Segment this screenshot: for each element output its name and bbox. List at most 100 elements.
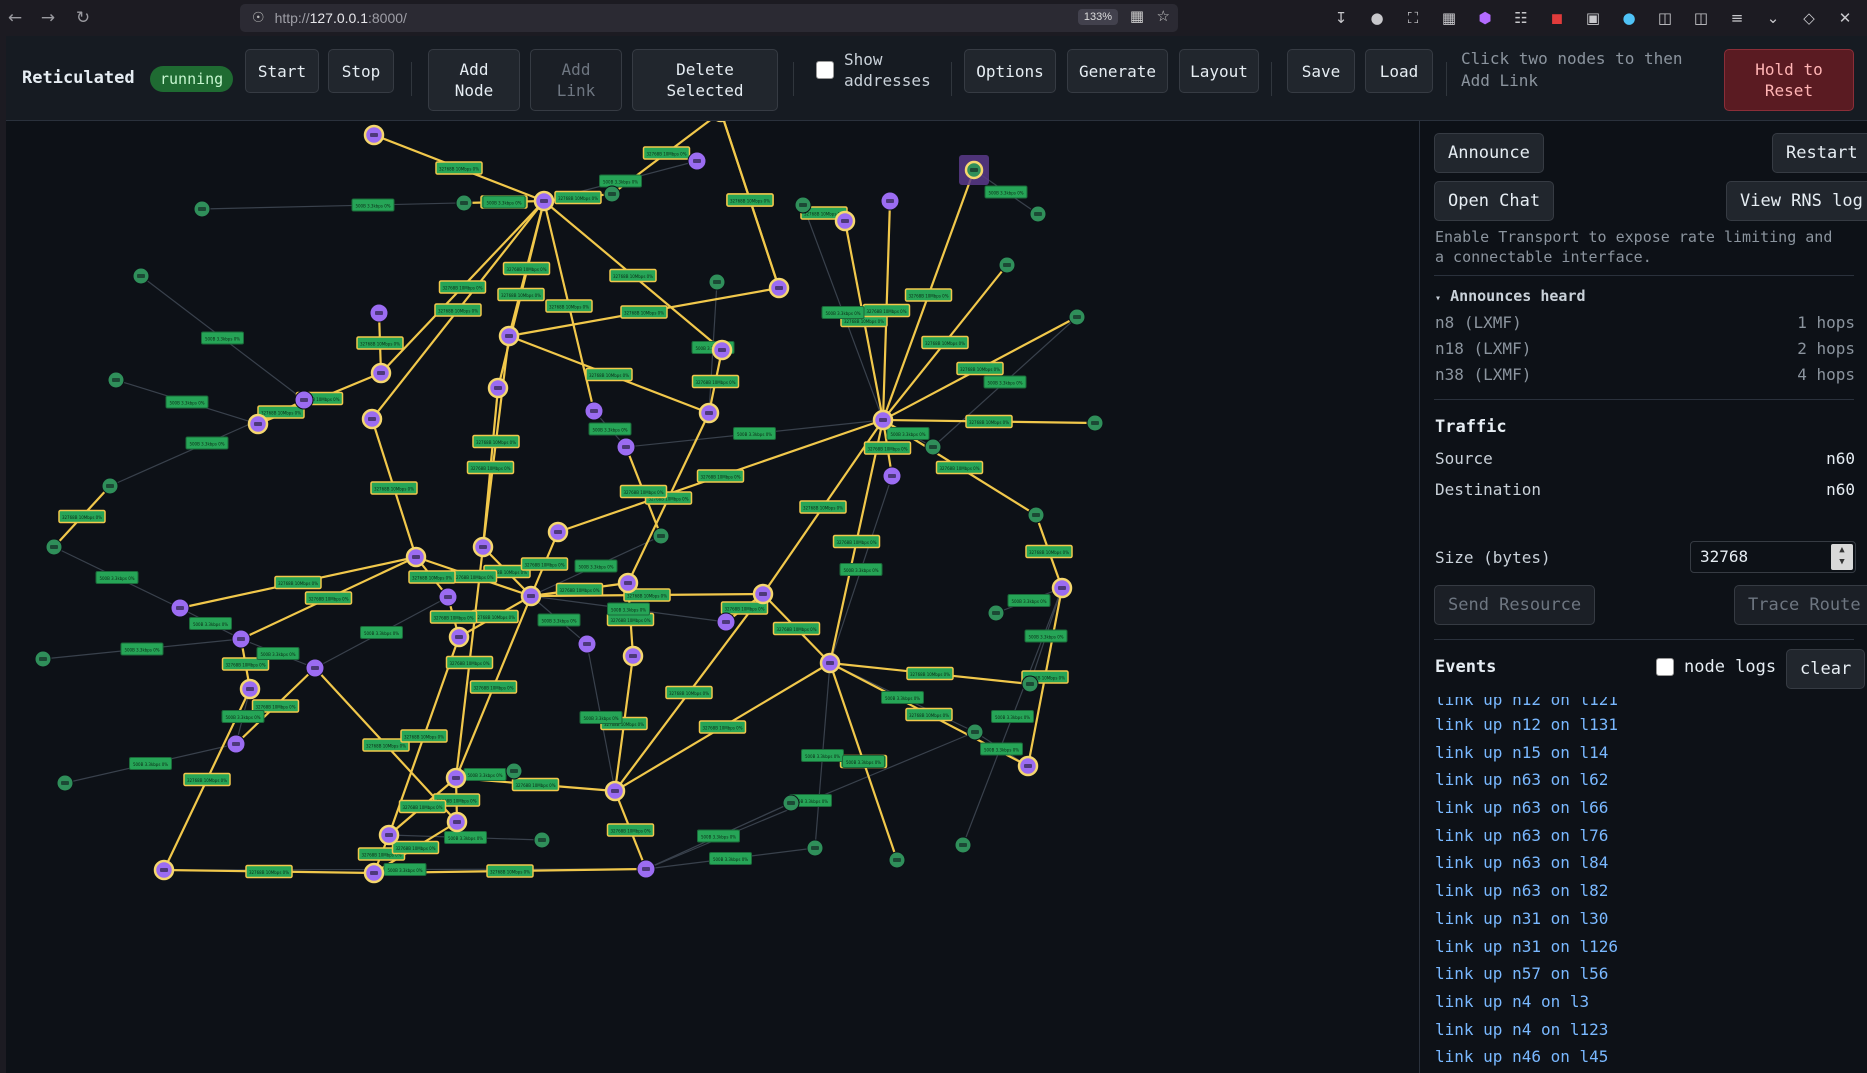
transport-node[interactable] — [547, 521, 569, 543]
transport-node[interactable] — [448, 626, 470, 648]
url-bar[interactable]: ☉ http://127.0.0.1:8000/ 133% ▦ ☆ — [240, 4, 1178, 32]
chevron-down-icon[interactable]: ⌄ — [1759, 4, 1787, 32]
transport-node[interactable] — [616, 437, 636, 457]
transport-node[interactable] — [1017, 755, 1039, 777]
sidebar-icon[interactable]: ◫ — [1687, 4, 1715, 32]
transport-node[interactable] — [520, 585, 542, 607]
puzzle-icon[interactable]: ⛶ — [1399, 4, 1427, 32]
leaf-node[interactable] — [193, 200, 211, 218]
transport-node[interactable] — [872, 409, 894, 431]
transport-node[interactable] — [239, 678, 261, 700]
back-icon[interactable]: ← — [0, 3, 30, 33]
transport-node[interactable] — [698, 402, 720, 424]
transport-node[interactable] — [363, 124, 385, 146]
extension-icon[interactable]: ● — [1363, 4, 1391, 32]
close-icon[interactable]: ✕ — [1831, 4, 1859, 32]
open-chat-button[interactable]: Open Chat — [1434, 181, 1555, 221]
stop-button[interactable]: Stop — [328, 49, 394, 93]
transport-node[interactable] — [226, 734, 246, 754]
show-addresses-toggle[interactable]: Show addresses — [816, 49, 934, 91]
transport-node[interactable] — [768, 277, 790, 299]
announces-heard-header[interactable]: ▾ Announces heard — [1435, 286, 1586, 309]
transport-node[interactable] — [370, 362, 392, 384]
node-logs-checkbox[interactable] — [1656, 658, 1674, 676]
leaf-node[interactable] — [505, 762, 523, 780]
leaf-node[interactable] — [34, 650, 52, 668]
leaf-node[interactable] — [1068, 308, 1086, 326]
leaf-node[interactable] — [45, 538, 63, 556]
leaf-node[interactable] — [782, 794, 800, 812]
layout-button[interactable]: Layout — [1179, 49, 1259, 93]
transport-node[interactable] — [880, 191, 900, 211]
leaf-node[interactable] — [101, 477, 119, 495]
start-button[interactable]: Start — [245, 49, 319, 93]
url-text[interactable]: http://127.0.0.1:8000/ — [275, 10, 407, 26]
hold-to-reset-button[interactable]: Hold to Reset — [1724, 49, 1854, 111]
hex-extension-icon[interactable]: ⬢ — [1471, 4, 1499, 32]
leaf-node[interactable] — [998, 256, 1016, 274]
size-stepper[interactable]: ▲ ▼ — [1831, 544, 1853, 570]
transport-node[interactable] — [446, 811, 468, 833]
transport-node[interactable] — [363, 862, 385, 884]
leaf-node[interactable] — [806, 839, 824, 857]
leaf-node[interactable] — [603, 185, 621, 203]
transport-node[interactable] — [361, 408, 383, 430]
transport-node[interactable] — [1051, 577, 1073, 599]
transport-node[interactable] — [405, 546, 427, 568]
zoom-badge[interactable]: 133% — [1077, 9, 1118, 25]
add-link-button[interactable]: Add Link — [530, 49, 622, 111]
leaf-node[interactable] — [652, 527, 670, 545]
send-resource-button[interactable]: Send Resource — [1434, 585, 1596, 625]
leaf-node[interactable] — [888, 851, 906, 869]
forward-icon[interactable]: → — [33, 3, 63, 33]
balloon-icon[interactable]: ● — [1615, 4, 1643, 32]
transport-node[interactable] — [834, 210, 856, 232]
add-node-button[interactable]: Add Node — [428, 49, 520, 111]
transport-node[interactable] — [438, 587, 458, 607]
network-graph[interactable]: 32768B 10Mbps 0% 32768B 10Mbps 0% 32768B 1… — [6, 121, 1419, 1073]
container-icon[interactable]: ◫ — [1651, 4, 1679, 32]
save-button[interactable]: Save — [1287, 49, 1355, 93]
transport-node[interactable] — [487, 377, 509, 399]
node-logs-toggle[interactable]: node logs — [1656, 657, 1776, 677]
transport-node[interactable] — [622, 645, 644, 667]
restart-button[interactable]: Restart — [1772, 133, 1867, 173]
transport-node[interactable] — [533, 190, 555, 212]
leaf-node[interactable] — [924, 438, 942, 456]
show-addresses-checkbox[interactable] — [816, 61, 834, 79]
transport-node[interactable] — [882, 466, 902, 486]
transport-node[interactable] — [584, 401, 604, 421]
transport-node[interactable] — [604, 780, 626, 802]
leaf-node[interactable] — [794, 196, 812, 214]
leaf-node[interactable] — [56, 774, 74, 792]
transport-node[interactable] — [153, 859, 175, 881]
transport-node[interactable] — [247, 413, 269, 435]
transport-node[interactable] — [294, 390, 314, 410]
bookmark-star-icon[interactable]: ☆ — [1157, 7, 1170, 25]
transport-node[interactable] — [819, 652, 841, 674]
destination-value[interactable]: n60 — [1826, 480, 1855, 499]
leaf-node[interactable] — [987, 604, 1005, 622]
leaf-node[interactable] — [132, 267, 150, 285]
leaf-node[interactable] — [1086, 414, 1104, 432]
transport-node[interactable] — [498, 325, 520, 347]
size-input[interactable]: 32768 ▲ ▼ — [1690, 541, 1856, 573]
view-rns-log-button[interactable]: View RNS log — [1726, 181, 1867, 221]
reload-icon[interactable]: ↻ — [68, 3, 98, 33]
transport-node[interactable] — [711, 339, 733, 361]
clear-events-button[interactable]: clear — [1786, 649, 1866, 689]
options-button[interactable]: Options — [964, 49, 1056, 93]
announce-button[interactable]: Announce — [1434, 133, 1544, 173]
transport-node[interactable] — [687, 151, 707, 171]
leaf-node[interactable] — [107, 371, 125, 389]
transport-node[interactable] — [231, 629, 251, 649]
transport-node[interactable] — [369, 303, 389, 323]
transport-node[interactable] — [170, 598, 190, 618]
ublock-icon[interactable]: ◼ — [1543, 4, 1571, 32]
menu-icon[interactable]: ≡ — [1723, 4, 1751, 32]
transport-node[interactable] — [378, 824, 400, 846]
leaf-node[interactable] — [533, 831, 551, 849]
grid-icon[interactable]: ☷ — [1507, 4, 1535, 32]
leaf-node[interactable] — [1021, 675, 1039, 693]
transport-node[interactable] — [636, 859, 656, 879]
